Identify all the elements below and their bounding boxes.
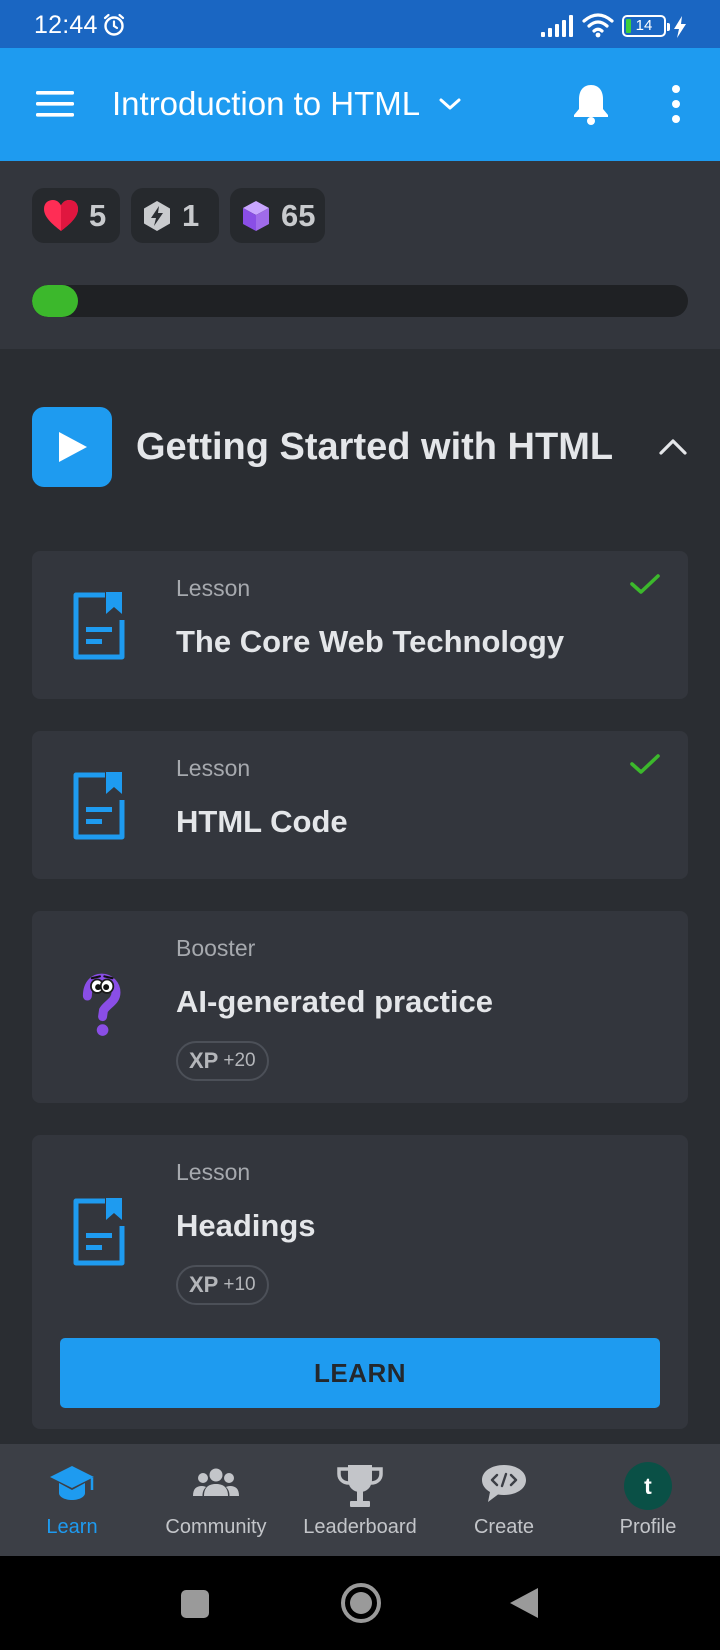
status-bar: 12:44 14 <box>0 0 720 48</box>
nav-community[interactable]: Community <box>144 1444 288 1556</box>
charging-icon <box>674 16 686 38</box>
back-button-icon[interactable] <box>508 1586 540 1620</box>
graduation-cap-icon <box>50 1466 94 1500</box>
home-button-icon[interactable] <box>340 1582 382 1624</box>
card-title: AI-generated practice <box>176 984 493 1019</box>
nav-label: Community <box>165 1516 267 1538</box>
lesson-card-headings[interactable]: Lesson Headings XP +10 LEARN <box>32 1135 688 1429</box>
hearts-count: 5 <box>89 197 107 233</box>
card-type-label: Booster <box>176 935 256 961</box>
nav-learn[interactable]: Learn <box>0 1444 144 1556</box>
alarm-icon <box>103 13 125 36</box>
menu-icon[interactable] <box>36 88 76 120</box>
more-options-icon[interactable] <box>666 84 686 124</box>
heart-icon <box>44 199 78 231</box>
chevron-up-icon[interactable] <box>658 437 688 457</box>
nav-label: Learn <box>46 1516 98 1538</box>
signal-icon <box>541 15 573 37</box>
bell-icon[interactable] <box>571 82 611 126</box>
nav-leaderboard[interactable]: Leaderboard <box>288 1444 432 1556</box>
nav-profile[interactable]: t Profile <box>576 1444 720 1556</box>
xp-badge: XP +20 <box>176 1041 269 1081</box>
wifi-icon <box>582 13 614 38</box>
xp-label: XP <box>189 1048 219 1073</box>
course-progress-bar <box>32 285 688 317</box>
lesson-card-core-web-technology[interactable]: Lesson The Core Web Technology <box>32 551 688 699</box>
nav-create[interactable]: Create <box>432 1444 576 1556</box>
course-selector[interactable]: Introduction to HTML <box>112 82 462 126</box>
streak-pill[interactable]: 1 <box>131 188 219 243</box>
booster-card-ai-practice[interactable]: Booster AI-generated practice XP +20 <box>32 911 688 1103</box>
xp-badge: XP +10 <box>176 1265 269 1305</box>
code-chat-icon <box>482 1465 526 1502</box>
checkmark-icon <box>630 754 660 774</box>
battery-level: 14 <box>635 17 653 34</box>
module-header[interactable]: Getting Started with HTML <box>32 407 688 487</box>
nav-label: Create <box>473 1516 535 1538</box>
gems-pill[interactable]: 65 <box>230 188 325 243</box>
card-title: The Core Web Technology <box>176 624 565 659</box>
nav-label: Profile <box>619 1516 677 1538</box>
lesson-document-icon <box>73 592 125 660</box>
gems-count: 65 <box>281 197 316 233</box>
system-navigation-bar <box>0 1556 720 1650</box>
hearts-pill[interactable]: 5 <box>32 188 120 243</box>
nav-label: Leaderboard <box>303 1516 417 1538</box>
play-button[interactable] <box>32 407 112 487</box>
lesson-document-icon <box>73 1198 125 1266</box>
recents-button-icon[interactable] <box>180 1589 210 1619</box>
avatar: t <box>624 1462 672 1510</box>
module-title: Getting Started with HTML <box>136 426 614 468</box>
xp-value: +20 <box>223 1050 256 1071</box>
question-mascot-icon <box>82 973 121 1036</box>
lesson-document-icon <box>73 772 125 840</box>
course-title: Introduction to HTML <box>112 85 421 122</box>
card-type-label: Lesson <box>176 755 251 781</box>
card-title: HTML Code <box>176 804 348 839</box>
lesson-card-html-code[interactable]: Lesson HTML Code <box>32 731 688 879</box>
bottom-navigation: Learn Community Leaderboard Create t Pro… <box>0 1444 720 1556</box>
battery-indicator: 14 <box>622 15 670 37</box>
streak-count: 1 <box>182 197 200 233</box>
course-progress-fill <box>32 285 78 317</box>
card-type-label: Lesson <box>176 575 251 601</box>
xp-value: +10 <box>223 1274 256 1295</box>
community-icon <box>193 1468 239 1496</box>
trophy-icon <box>337 1465 383 1507</box>
app-bar: Introduction to HTML <box>0 48 720 161</box>
bolt-hexagon-icon <box>144 200 170 231</box>
checkmark-icon <box>630 574 660 594</box>
xp-label: XP <box>189 1272 219 1297</box>
stats-area: 5 1 65 <box>0 161 720 349</box>
play-icon <box>59 432 87 462</box>
gem-cube-icon <box>243 200 269 231</box>
status-time: 12:44 <box>34 11 98 39</box>
card-title: Headings <box>176 1208 316 1243</box>
card-type-label: Lesson <box>176 1159 251 1185</box>
chevron-down-icon <box>439 98 461 110</box>
learn-button[interactable]: LEARN <box>60 1338 660 1408</box>
